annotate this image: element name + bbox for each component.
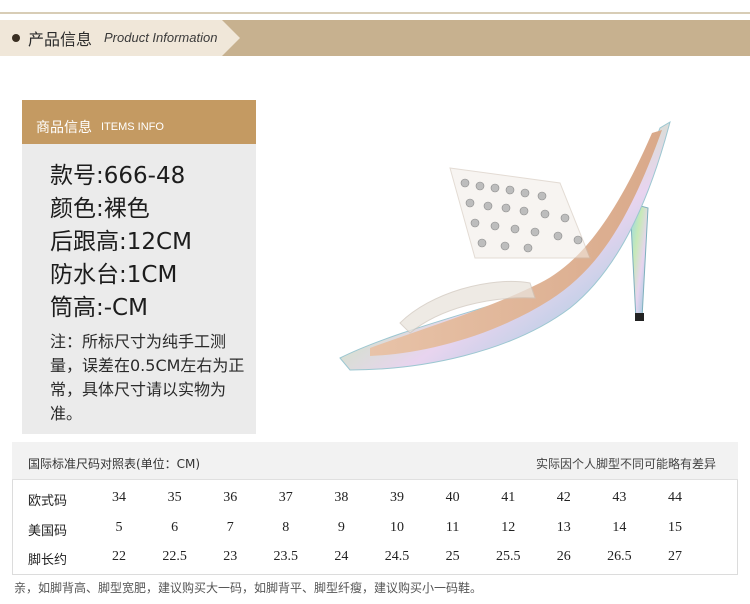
size-cell: 6 [171, 520, 179, 535]
size-cell: 11 [445, 520, 460, 535]
bullet-dot-icon [12, 34, 20, 42]
size-cell: 43 [612, 490, 627, 505]
fit-advice: 亲，如脚背高、脚型宽肥，建议购买大一码，如脚背平、脚型纤瘦，建议购买小一码鞋。 [14, 581, 483, 595]
size-cell: 26 [556, 549, 571, 564]
size-cell: 25.5 [495, 549, 521, 564]
spec-heel-height: 后跟高:12CM [50, 229, 192, 255]
size-cell: 22.5 [162, 549, 187, 564]
row-label-us: 美国码 [28, 524, 68, 539]
size-cell: 9 [337, 520, 345, 535]
size-cell: 5 [115, 520, 123, 535]
size-cell: 8 [282, 520, 290, 535]
row-label-eu: 欧式码 [28, 494, 68, 509]
size-cell: 39 [390, 490, 404, 505]
spec-color: 颜色:裸色 [50, 196, 150, 222]
size-cell: 14 [612, 520, 627, 535]
row-label-foot-length: 脚长约 [28, 553, 68, 568]
size-cell: 34 [112, 490, 126, 505]
size-cell: 27 [668, 549, 682, 564]
size-cell: 13 [556, 520, 571, 535]
size-cell: 36 [223, 490, 238, 505]
size-cell: 7 [226, 520, 234, 535]
section-title-cn: 产品信息 [28, 30, 93, 49]
items-info-title-cn: 商品信息 [36, 120, 92, 136]
size-cell: 23.5 [273, 549, 299, 564]
size-cell: 38 [334, 490, 349, 505]
top-divider [0, 12, 750, 14]
size-chart-note: 实际因个人脚型不同可能略有差异 [535, 457, 716, 471]
size-cell: 42 [556, 490, 571, 505]
size-cell: 26.5 [607, 549, 632, 564]
size-cell: 15 [668, 520, 682, 535]
size-cell: 35 [167, 490, 182, 505]
size-cell: 24.5 [384, 549, 410, 564]
size-cell: 23 [223, 549, 238, 564]
section-title-en: Product Information [104, 30, 218, 45]
high-heel-sandal-image [339, 120, 671, 371]
items-info-title-en: ITEMS INFO [101, 121, 164, 133]
size-cell: 24 [334, 549, 349, 564]
size-cell: 37 [278, 490, 293, 505]
size-cell: 41 [501, 490, 516, 505]
size-chart-title: 国际标准尺码对照表(单位：CM) [28, 457, 201, 471]
measurement-note: 注：所标尺寸为纯手工测量，误差在0.5CM左右为正常，具体尺寸请以实物为准。 [50, 332, 245, 423]
spec-style-number: 款号:666-48 [50, 163, 186, 189]
size-cell: 10 [390, 520, 404, 535]
size-cell: 12 [501, 520, 516, 535]
spec-shaft-height: 筒高:-CM [50, 295, 148, 321]
size-cell: 40 [445, 490, 460, 505]
size-cell: 44 [668, 490, 682, 505]
size-cell: 22 [112, 549, 126, 564]
spec-platform-height: 防水台:1CM [50, 262, 178, 288]
size-cell: 25 [445, 549, 460, 564]
